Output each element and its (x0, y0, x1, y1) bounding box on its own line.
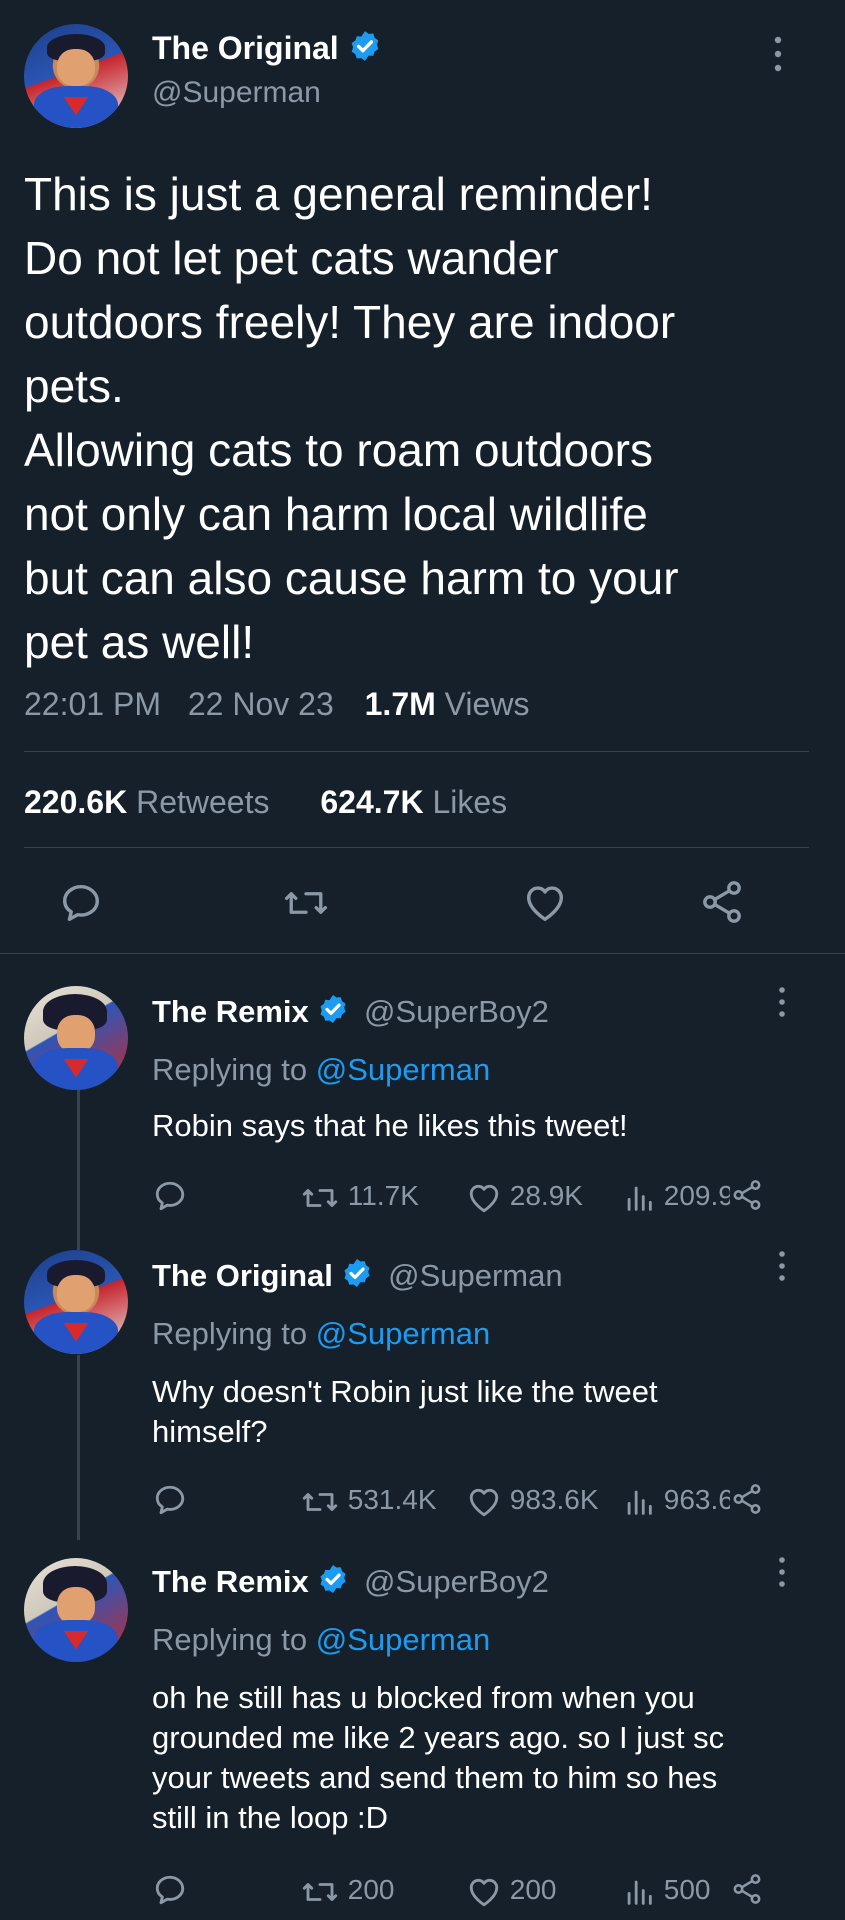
tweet-text-line: pets. (24, 360, 124, 412)
reply-text-line: himself? (152, 1414, 268, 1449)
avatar[interactable] (24, 1250, 128, 1354)
tweet-text-line: This is just a general reminder! (24, 168, 653, 220)
retweets-stat[interactable]: 220.6K Retweets (24, 784, 278, 820)
like-icon[interactable] (522, 880, 568, 926)
reply-icon[interactable] (58, 880, 104, 926)
reply-action-bar: 531.4K 983.6K 963.6K (152, 1480, 772, 1527)
divider (24, 751, 809, 752)
views-button[interactable]: 500 (622, 1870, 711, 1910)
reply-action-bar: 200 200 500 (152, 1870, 772, 1910)
reply-text-line: your tweets and send them to him so hes (152, 1760, 718, 1795)
verified-icon (317, 993, 349, 1035)
reply-text-line: grounded me like 2 years ago. so I just … (152, 1720, 725, 1755)
tweet-text-line: not only can harm local wildlife (24, 488, 648, 540)
likes-label: Likes (432, 784, 508, 820)
replying-to-label: Replying to (152, 1052, 308, 1087)
display-name[interactable]: The Remix (152, 994, 309, 1029)
reply-text-line: still in the loop :D (152, 1800, 389, 1835)
thread-line (77, 1355, 80, 1540)
reply-text: Robin says that he likes this tweet! (152, 1106, 628, 1146)
display-name[interactable]: The Original (152, 1258, 333, 1293)
reply-text-line: oh he still has u blocked from when you (152, 1680, 695, 1715)
retweet-button[interactable]: 11.7K (300, 1176, 419, 1216)
tweet-stats: 220.6K Retweets 624.7K Likes (24, 782, 507, 822)
tweet-date[interactable]: 22 Nov 23 (188, 686, 334, 722)
replying-to-label: Replying to (152, 1622, 308, 1657)
retweet-button[interactable]: 200 (300, 1870, 395, 1910)
share-icon[interactable] (730, 1872, 764, 1917)
divider (0, 953, 845, 954)
share-icon[interactable] (730, 1482, 764, 1527)
retweet-count: 531.4K (347, 1484, 437, 1515)
reply-action-bar: 11.7K 28.9K 209.9K (152, 1176, 772, 1223)
like-count: 28.9K (509, 1180, 583, 1211)
likes-stat[interactable]: 624.7K Likes (320, 784, 507, 820)
more-icon[interactable] (772, 1248, 792, 1289)
verified-icon (348, 29, 382, 72)
views-count: 1.7M (364, 686, 436, 722)
more-icon[interactable] (766, 32, 790, 76)
like-button[interactable]: 28.9K (466, 1176, 583, 1216)
tweet-time[interactable]: 22:01 PM (24, 686, 161, 722)
handle[interactable]: @SuperBoy2 (364, 994, 549, 1029)
tweet-text: This is just a general reminder! Do not … (24, 162, 679, 674)
share-icon[interactable] (730, 1178, 764, 1223)
display-name[interactable]: The Remix (152, 1564, 309, 1599)
views-count: 500 (663, 1874, 711, 1905)
like-button[interactable]: 983.6K (466, 1480, 599, 1520)
more-icon[interactable] (772, 1554, 792, 1595)
reply-text-line: Why doesn't Robin just like the tweet (152, 1374, 658, 1409)
retweet-count: 11.7K (347, 1180, 419, 1211)
handle[interactable]: @Superman (152, 76, 321, 110)
reply-text: Why doesn't Robin just like the tweet hi… (152, 1372, 658, 1452)
reply-icon[interactable] (152, 1482, 188, 1529)
retweets-count: 220.6K (24, 784, 128, 820)
reply-text: oh he still has u blocked from when you … (152, 1678, 724, 1838)
avatar[interactable] (24, 986, 128, 1090)
retweets-label: Retweets (136, 784, 270, 820)
share-icon[interactable] (698, 878, 746, 926)
verified-icon (341, 1257, 373, 1299)
tweet-meta: 22:01 PM 22 Nov 23 1.7M Views (24, 684, 529, 724)
avatar[interactable] (24, 1558, 128, 1662)
likes-count: 624.7K (320, 784, 424, 820)
more-icon[interactable] (772, 984, 792, 1025)
tweet-text-line: but can also cause harm to your (24, 552, 679, 604)
like-count: 200 (509, 1874, 557, 1905)
verified-icon (317, 1563, 349, 1605)
replying-to-link[interactable]: @Superman (316, 1052, 491, 1087)
tweet-text-line: Do not let pet cats wander (24, 232, 559, 284)
replying-to-link[interactable]: @Superman (316, 1622, 491, 1657)
replying-to-link[interactable]: @Superman (316, 1316, 491, 1351)
like-count: 983.6K (509, 1484, 599, 1515)
retweet-icon[interactable] (282, 880, 330, 926)
tweet-text-line: outdoors freely! They are indoor (24, 296, 676, 348)
display-name[interactable]: The Original (152, 30, 339, 66)
retweet-count: 200 (347, 1874, 395, 1905)
thread-line (77, 1090, 80, 1250)
reply-icon[interactable] (152, 1178, 188, 1225)
retweet-button[interactable]: 531.4K (300, 1480, 437, 1520)
views-label: Views (444, 686, 530, 722)
handle[interactable]: @SuperBoy2 (364, 1564, 549, 1599)
reply-icon[interactable] (152, 1872, 188, 1919)
replying-to-label: Replying to (152, 1316, 308, 1351)
tweet-text-line: Allowing cats to roam outdoors (24, 424, 653, 476)
handle[interactable]: @Superman (388, 1258, 563, 1293)
like-button[interactable]: 200 (466, 1870, 557, 1910)
tweet-text-line: pet as well! (24, 616, 255, 668)
divider (24, 847, 809, 848)
reply-text-line: Robin says that he likes this tweet! (152, 1108, 628, 1143)
avatar[interactable] (24, 24, 128, 128)
